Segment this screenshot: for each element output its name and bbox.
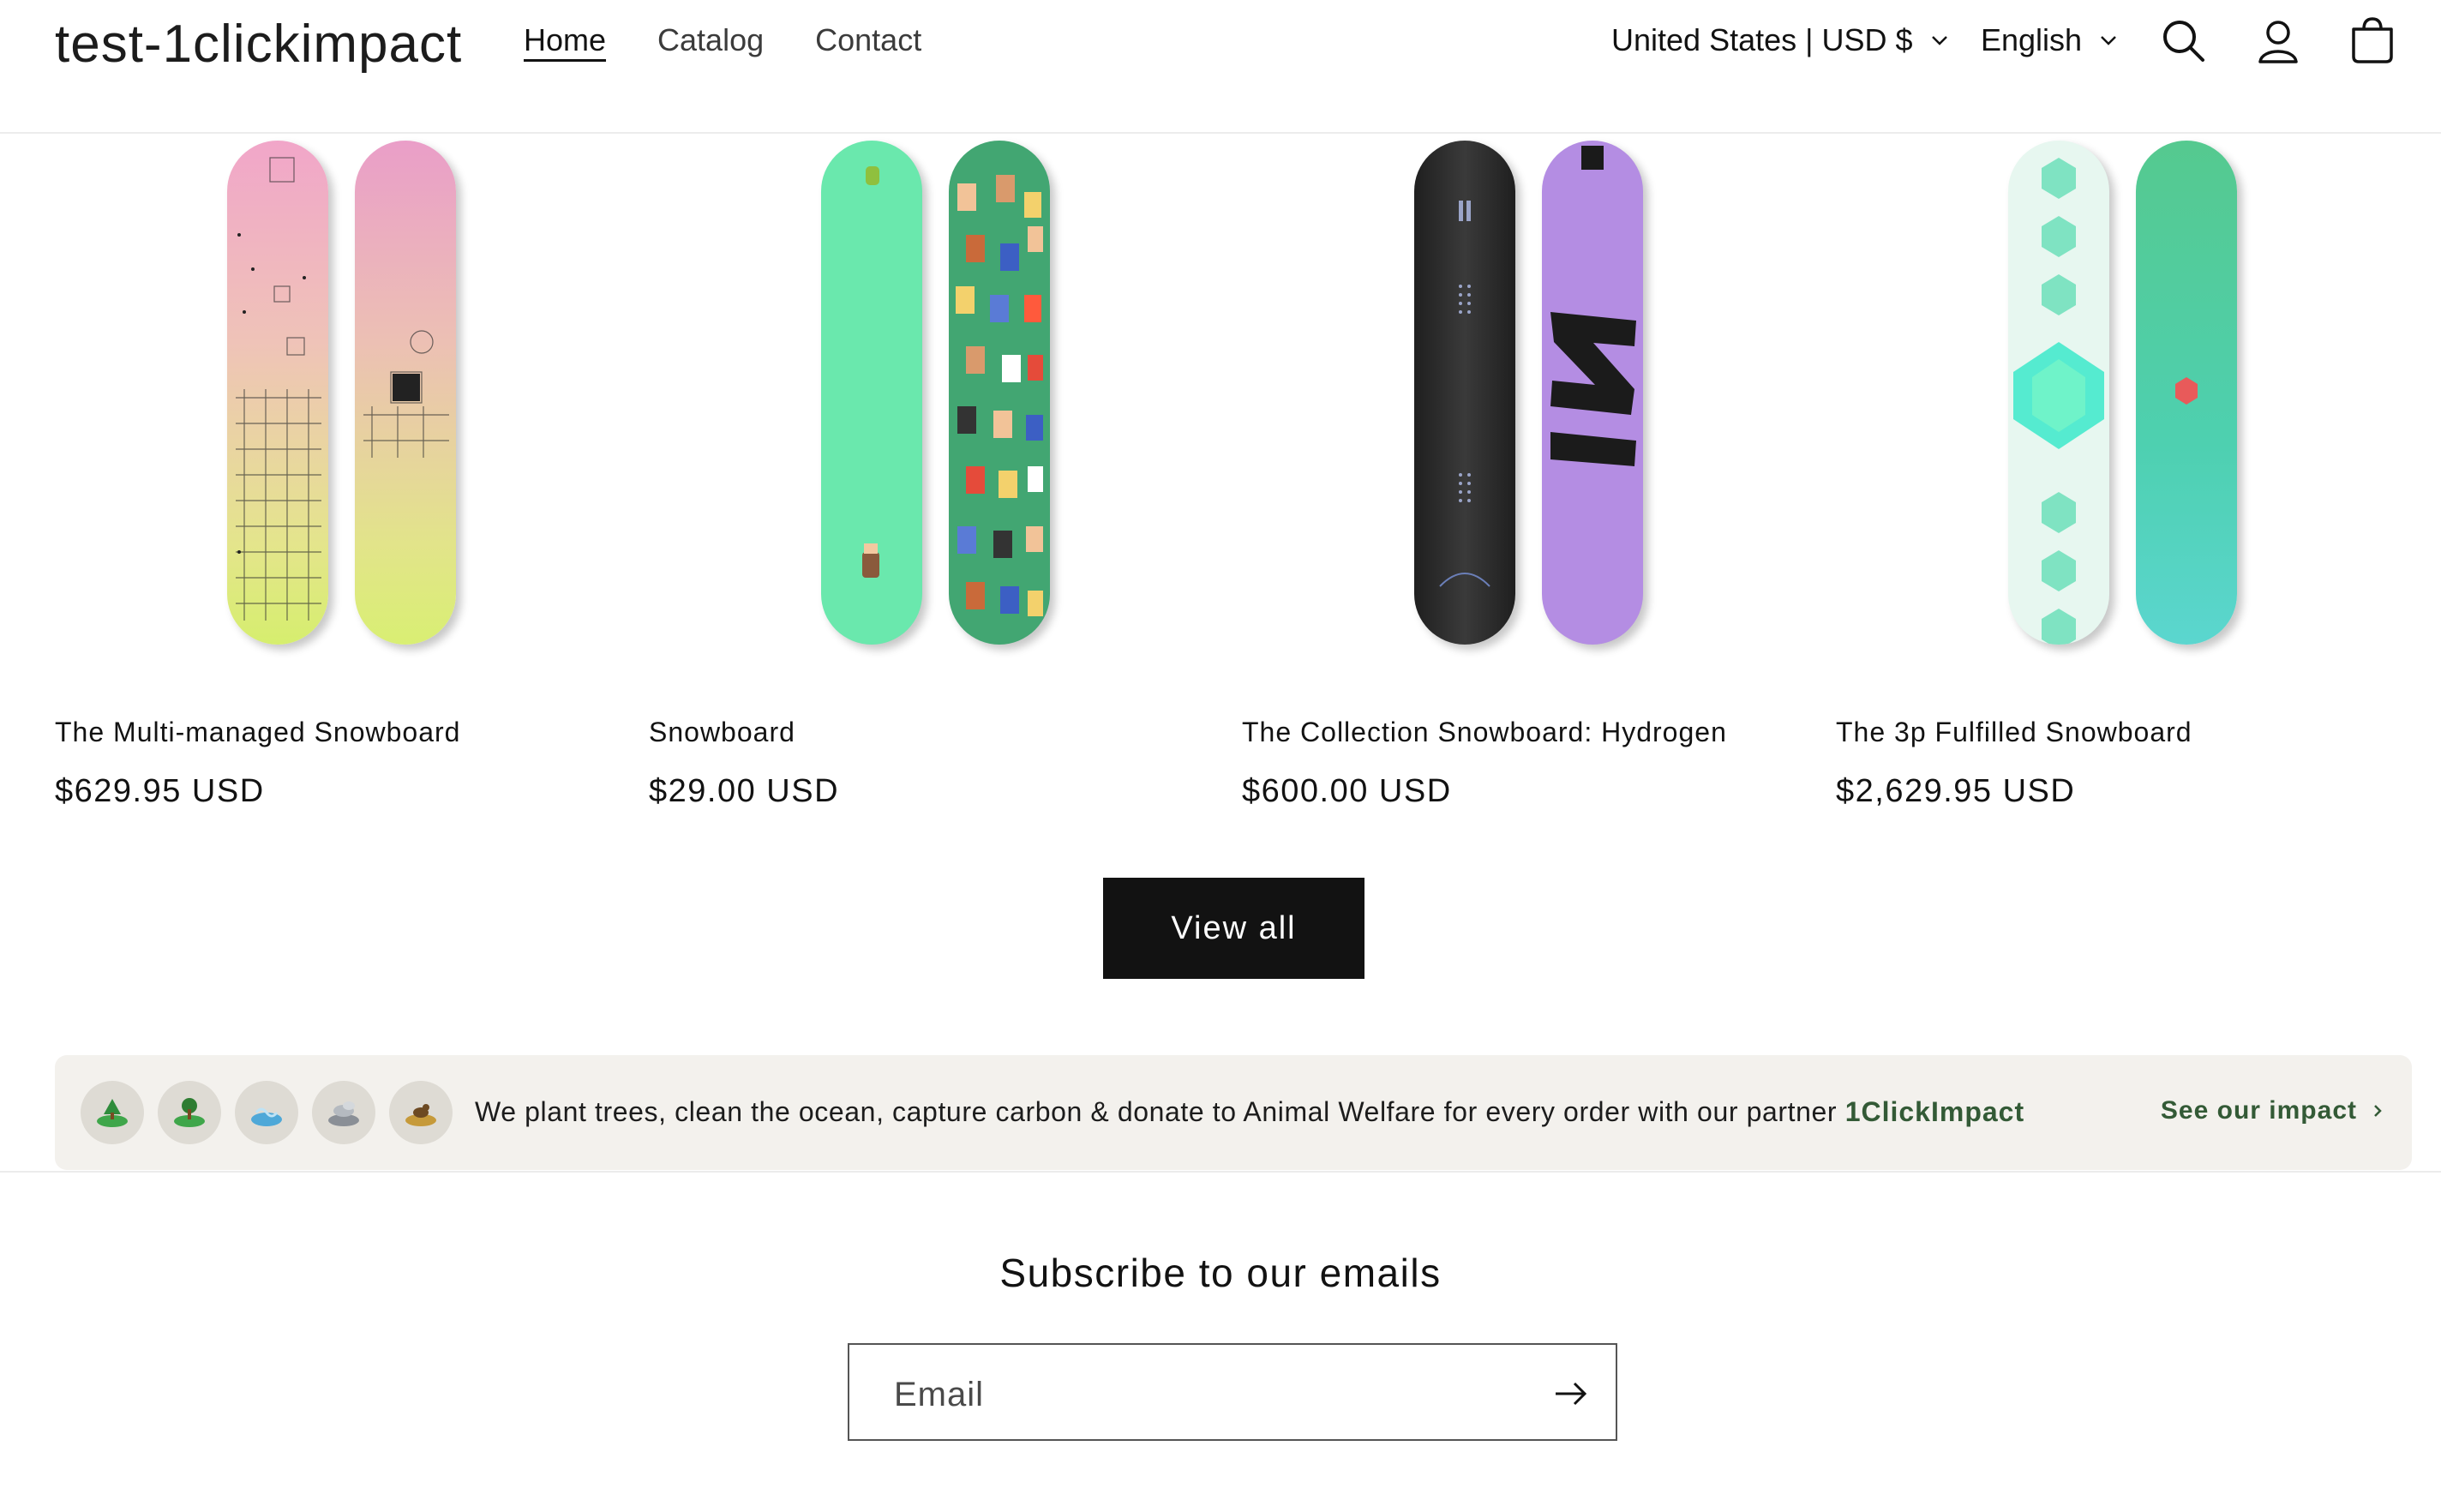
- carbon-icon: [312, 1081, 375, 1144]
- see-impact-label: See our impact: [2160, 1096, 2357, 1125]
- product-price: $600.00 USD: [1242, 773, 1452, 809]
- product-image[interactable]: [649, 135, 1208, 650]
- section-divider: [0, 1171, 2441, 1173]
- nav-home-link[interactable]: Home: [524, 22, 606, 58]
- snowboard-front: [2008, 141, 2109, 645]
- product-price: $2,629.95 USD: [1836, 773, 2076, 809]
- tree-planting-icon: [158, 1081, 221, 1144]
- chevron-right-icon: [2374, 1105, 2382, 1117]
- arrow-right-icon[interactable]: [1550, 1374, 1590, 1413]
- chevron-down-icon: [2101, 36, 2116, 45]
- product-image[interactable]: [1836, 135, 2395, 650]
- impact-banner: We plant trees, clean the ocean, capture…: [55, 1055, 2412, 1170]
- snowboard-front: [227, 141, 328, 645]
- country-label: United States | USD $: [1611, 22, 1913, 57]
- impact-message-text: We plant trees, clean the ocean, capture…: [475, 1096, 1845, 1127]
- main-nav: Home Catalog Contact: [524, 22, 973, 58]
- snowboard-back: [1542, 141, 1643, 645]
- nav-contact-link[interactable]: Contact: [815, 22, 921, 58]
- see-impact-link[interactable]: See our impact: [2161, 1096, 2386, 1125]
- storefront-page: test-1clickimpact Home Catalog Contact U…: [0, 0, 2441, 1512]
- email-input[interactable]: [892, 1371, 1496, 1419]
- nav-catalog-link[interactable]: Catalog: [657, 22, 764, 58]
- language-label: English: [1981, 22, 2083, 57]
- ocean-icon: [235, 1081, 298, 1144]
- product-price: $629.95 USD: [55, 773, 265, 809]
- impact-message: We plant trees, clean the ocean, capture…: [475, 1096, 2024, 1128]
- product-price: $29.00 USD: [649, 773, 840, 809]
- partner-name[interactable]: 1ClickImpact: [1845, 1096, 2024, 1127]
- store-logo[interactable]: test-1clickimpact: [55, 14, 462, 75]
- chevron-down-icon: [1931, 36, 1947, 45]
- site-header: test-1clickimpact Home Catalog Contact U…: [0, 0, 2441, 134]
- product-card[interactable]: Snowboard $29.00 USD: [649, 135, 1208, 809]
- snowboard-back: [355, 141, 456, 645]
- product-image[interactable]: [55, 135, 614, 650]
- account-icon[interactable]: [2252, 15, 2304, 67]
- animal-welfare-icon: [389, 1081, 453, 1144]
- tree-icon: [81, 1081, 144, 1144]
- country-selector[interactable]: United States | USD $: [1611, 22, 1949, 58]
- cart-icon[interactable]: [2347, 15, 2398, 67]
- snowboard-front: [821, 141, 922, 645]
- product-title[interactable]: The Multi-managed Snowboard: [55, 717, 460, 748]
- snowboard-back: [949, 141, 1050, 645]
- language-selector[interactable]: English: [1981, 22, 2118, 58]
- product-image[interactable]: [1242, 135, 1801, 650]
- product-card[interactable]: The Multi-managed Snowboard $629.95 USD: [55, 135, 614, 809]
- view-all-button[interactable]: View all: [1103, 878, 1364, 979]
- snowboard-front: [1414, 141, 1515, 645]
- product-title[interactable]: Snowboard: [649, 717, 795, 748]
- product-card[interactable]: The Collection Snowboard: Hydrogen $600.…: [1242, 135, 1801, 809]
- email-form: [848, 1343, 1617, 1441]
- impact-badges: [81, 1081, 466, 1144]
- search-icon[interactable]: [2158, 15, 2210, 67]
- product-title[interactable]: The 3p Fulfilled Snowboard: [1836, 717, 2192, 748]
- newsletter-heading: Subscribe to our emails: [999, 1251, 1442, 1295]
- product-title[interactable]: The Collection Snowboard: Hydrogen: [1242, 717, 1727, 748]
- snowboard-back: [2136, 141, 2237, 645]
- product-card[interactable]: The 3p Fulfilled Snowboard $2,629.95 USD: [1836, 135, 2395, 809]
